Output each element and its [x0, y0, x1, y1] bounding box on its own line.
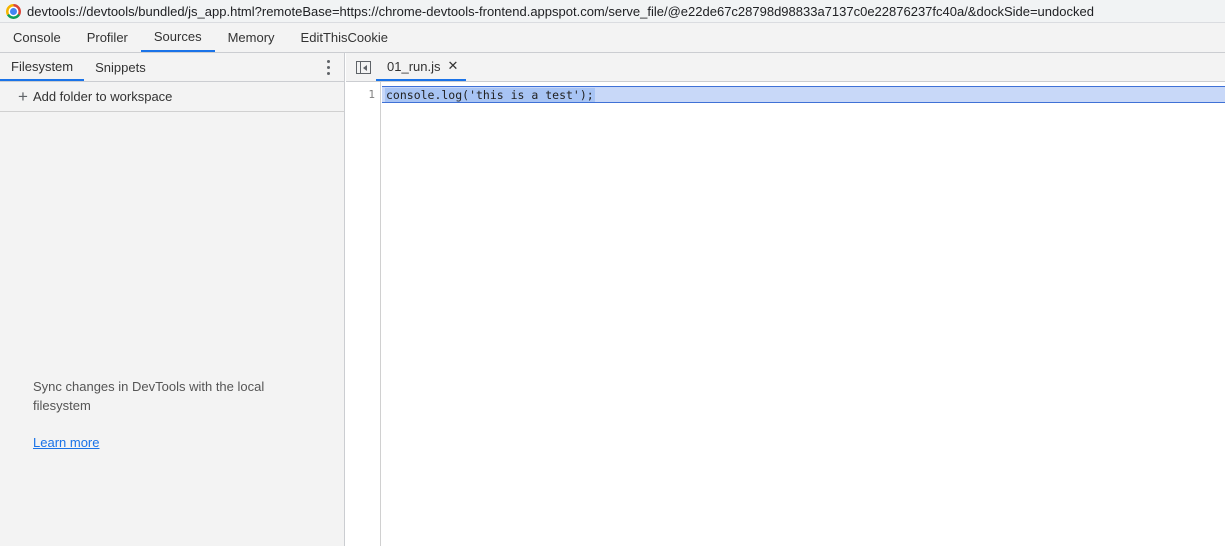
close-icon[interactable]: ✕ — [447, 58, 458, 74]
line-number: 1 — [368, 88, 375, 101]
code-text: console.log('this is a test'); — [385, 88, 595, 102]
window-url: devtools://devtools/bundled/js_app.html?… — [27, 3, 1094, 19]
navigator-pane: Filesystem Snippets + Add folder to work… — [0, 53, 345, 546]
tab-snippets[interactable]: Snippets — [84, 53, 157, 81]
tab-editthiscookie[interactable]: EditThisCookie — [288, 23, 401, 52]
sync-message: Sync changes in DevTools with the local … — [33, 379, 265, 413]
editor-pane: 01_run.js ✕ 1 console.log('this is a tes… — [346, 53, 1225, 546]
code-editor[interactable]: 1 console.log('this is a test'); — [346, 82, 1225, 546]
file-tab[interactable]: 01_run.js ✕ — [376, 53, 467, 81]
editor-tabs: 01_run.js ✕ — [346, 53, 1225, 82]
file-tab-label: 01_run.js — [387, 58, 441, 74]
learn-more-link[interactable]: Learn more — [33, 435, 99, 450]
add-folder-label: Add folder to workspace — [32, 89, 173, 104]
tab-sources[interactable]: Sources — [140, 23, 215, 52]
navigator-tabs: Filesystem Snippets — [0, 53, 344, 82]
code-line[interactable]: console.log('this is a test'); — [382, 86, 1225, 103]
toggle-navigator-icon — [355, 60, 371, 74]
chrome-icon — [6, 3, 21, 19]
tab-profiler[interactable]: Profiler — [74, 23, 141, 52]
tab-memory[interactable]: Memory — [215, 23, 288, 52]
vertical-ellipsis-icon[interactable] — [322, 59, 334, 76]
toggle-navigator-button[interactable] — [346, 53, 380, 81]
devtools-main-tabs: Console Profiler Sources Memory EditThis… — [0, 23, 1225, 53]
tab-filesystem[interactable]: Filesystem — [0, 53, 85, 81]
add-folder-button[interactable]: + Add folder to workspace — [0, 82, 344, 112]
window-titlebar: devtools://devtools/bundled/js_app.html?… — [0, 0, 1225, 23]
tab-console[interactable]: Console — [0, 23, 74, 52]
line-gutter: 1 — [346, 82, 381, 546]
plus-icon: + — [18, 87, 28, 106]
